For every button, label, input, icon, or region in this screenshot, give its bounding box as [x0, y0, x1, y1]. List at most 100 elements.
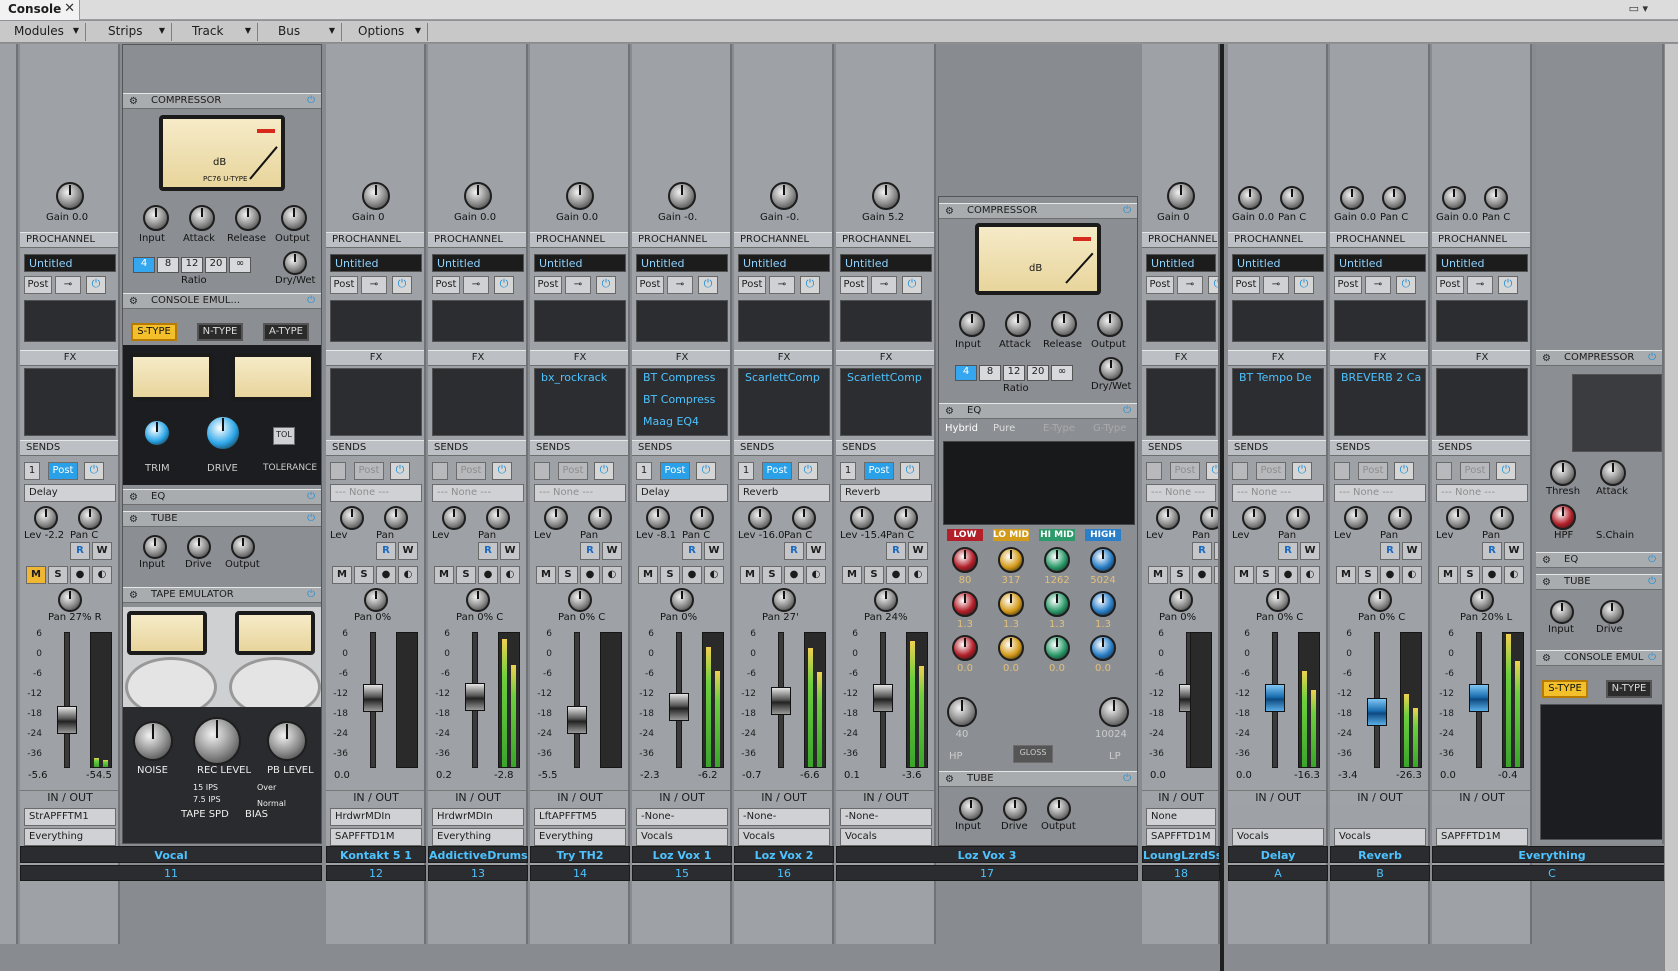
input-echo-button[interactable]: ●	[1192, 566, 1212, 584]
track-button-r[interactable]: R	[478, 542, 498, 560]
ratio-button[interactable]: 12	[1003, 365, 1025, 381]
fader-handle[interactable]	[567, 706, 587, 734]
track-button-s[interactable]: S	[660, 566, 680, 584]
post-button[interactable]: Post	[534, 276, 562, 294]
prochannel-route-icon[interactable]: ⊸	[871, 276, 897, 294]
track-name[interactable]: Try TH2	[530, 846, 630, 863]
noise-knob[interactable]	[133, 721, 173, 761]
send-power-icon[interactable]: ⏻	[696, 462, 716, 480]
output-select[interactable]: SAPFFTD1M	[1146, 828, 1216, 846]
eq-lomid-knob-0[interactable]	[998, 547, 1024, 573]
send-pan-knob[interactable]	[1200, 506, 1218, 530]
fader-handle[interactable]	[363, 684, 383, 712]
tube-drive-knob[interactable]	[187, 535, 211, 559]
track-button-w[interactable]: W	[1214, 542, 1218, 560]
output-select[interactable]: Everything	[24, 828, 116, 846]
s-type-button[interactable]: S-TYPE	[1542, 680, 1588, 698]
track-name[interactable]: Delay	[1228, 846, 1328, 863]
send-target-select[interactable]: Delay	[24, 484, 116, 502]
menu-modules[interactable]: Modules ▼	[0, 23, 86, 41]
power-icon[interactable]: ⏻	[86, 276, 106, 294]
post-button[interactable]: Post	[432, 276, 460, 294]
compressor-header[interactable]: COMPRESSOR ⚙ ⏻	[123, 93, 321, 109]
power-icon[interactable]: ⏻	[800, 276, 820, 294]
prochannel-route-icon[interactable]: ⊸	[361, 276, 387, 294]
mono-button[interactable]: ◐	[908, 566, 928, 584]
eq-high-knob-0[interactable]	[1090, 547, 1116, 573]
rec-level-knob[interactable]	[193, 717, 241, 765]
track-button-m[interactable]: M	[1234, 566, 1254, 584]
track-button-r[interactable]: R	[70, 542, 90, 560]
preset-name[interactable]: Untitled	[24, 254, 116, 272]
output-select[interactable]: Everything	[432, 828, 524, 846]
fx-plugin-item[interactable]: bx_rockrack	[537, 371, 625, 387]
post-button[interactable]: Post	[1334, 276, 1362, 294]
track-button-r[interactable]: R	[682, 542, 702, 560]
pan-knob[interactable]	[1368, 588, 1392, 612]
eq-high-knob-2[interactable]	[1090, 635, 1116, 661]
compressor-header[interactable]: COMPRESSOR ⚙ ⏻	[1536, 350, 1662, 366]
power-icon[interactable]: ⏻	[307, 295, 315, 306]
preset-name[interactable]: Untitled	[636, 254, 728, 272]
prochannel-header[interactable]: PROCHANNEL	[1330, 232, 1428, 248]
track-button-m[interactable]: M	[26, 566, 46, 584]
gain-knob[interactable]	[770, 182, 798, 210]
track-button-s[interactable]: S	[1170, 566, 1190, 584]
send-pan-knob[interactable]	[384, 506, 408, 530]
menu-bus[interactable]: Bus ▼	[264, 23, 342, 41]
send-level-knob[interactable]	[442, 506, 466, 530]
mono-button[interactable]: ◐	[500, 566, 520, 584]
track-name[interactable]: Loz Vox 1	[632, 846, 732, 863]
power-icon[interactable]: ⏻	[902, 276, 922, 294]
track-button-w[interactable]: W	[1504, 542, 1524, 560]
tube-input-knob[interactable]	[1550, 600, 1574, 624]
tube-input-knob[interactable]	[959, 797, 983, 821]
track-name[interactable]: Kontakt 5 1	[326, 846, 426, 863]
track-button-s[interactable]: S	[48, 566, 68, 584]
menu-strips[interactable]: Strips ▼	[94, 23, 172, 41]
track-button-m[interactable]: M	[1438, 566, 1458, 584]
close-icon[interactable]: ✕	[64, 1, 75, 16]
send-post-button[interactable]: Post	[354, 462, 384, 480]
console-emulator-header[interactable]: CONSOLE EMUL ⚙ ⏻	[1536, 650, 1662, 666]
fx-bin[interactable]: BT Compress BT Compress Maag EQ4	[636, 368, 728, 436]
fx-plugin-item[interactable]: ScarlettComp	[843, 371, 931, 387]
track-button-w[interactable]: W	[92, 542, 112, 560]
power-icon[interactable]: ⏻	[307, 95, 315, 106]
power-icon[interactable]: ⏻	[307, 513, 315, 524]
track-button-m[interactable]: M	[332, 566, 352, 584]
power-icon[interactable]: ⏻	[1294, 276, 1314, 294]
input-echo-button[interactable]: ●	[376, 566, 396, 584]
n-type-button[interactable]: N-TYPE	[1606, 680, 1652, 698]
mono-button[interactable]: ◐	[704, 566, 724, 584]
input-select[interactable]: None	[1146, 808, 1216, 826]
eq-header[interactable]: EQ ⚙ ⏻	[939, 403, 1137, 419]
fader-handle[interactable]	[771, 686, 791, 715]
tab-console[interactable]: Console ✕	[0, 0, 80, 20]
send-target-select[interactable]: --- None ---	[432, 484, 524, 502]
pan-knob[interactable]	[1280, 186, 1304, 210]
track-button-w[interactable]: W	[500, 542, 520, 560]
pan-knob[interactable]	[364, 588, 388, 612]
send-level-knob[interactable]	[1344, 506, 1368, 530]
prochannel-header[interactable]: PROCHANNEL	[1142, 232, 1218, 248]
gain-knob[interactable]	[872, 182, 900, 210]
track-button-s[interactable]: S	[558, 566, 578, 584]
pan-knob[interactable]	[874, 588, 898, 612]
post-button[interactable]: Post	[1436, 276, 1464, 294]
a-type-button[interactable]: A-TYPE	[263, 323, 309, 341]
input-select[interactable]: StrAPFFTM1	[24, 808, 116, 826]
fx-bin[interactable]: bx_rockrack	[534, 368, 626, 436]
power-icon[interactable]: ⏻	[1396, 276, 1416, 294]
eq-low-knob-0[interactable]	[952, 547, 978, 573]
eq-mode-hybrid[interactable]: Hybrid	[945, 423, 978, 434]
track-button-s[interactable]: S	[1358, 566, 1378, 584]
preset-name[interactable]: Untitled	[1146, 254, 1216, 272]
track-button-m[interactable]: M	[1148, 566, 1168, 584]
mono-button[interactable]: ◐	[398, 566, 418, 584]
fx-plugin-item[interactable]: BREVERB 2 Ca	[1337, 371, 1425, 387]
track-button-r[interactable]: R	[1192, 542, 1212, 560]
output-select[interactable]: Vocals	[1334, 828, 1426, 846]
preset-name[interactable]: Untitled	[330, 254, 422, 272]
mono-button[interactable]: ◐	[806, 566, 826, 584]
